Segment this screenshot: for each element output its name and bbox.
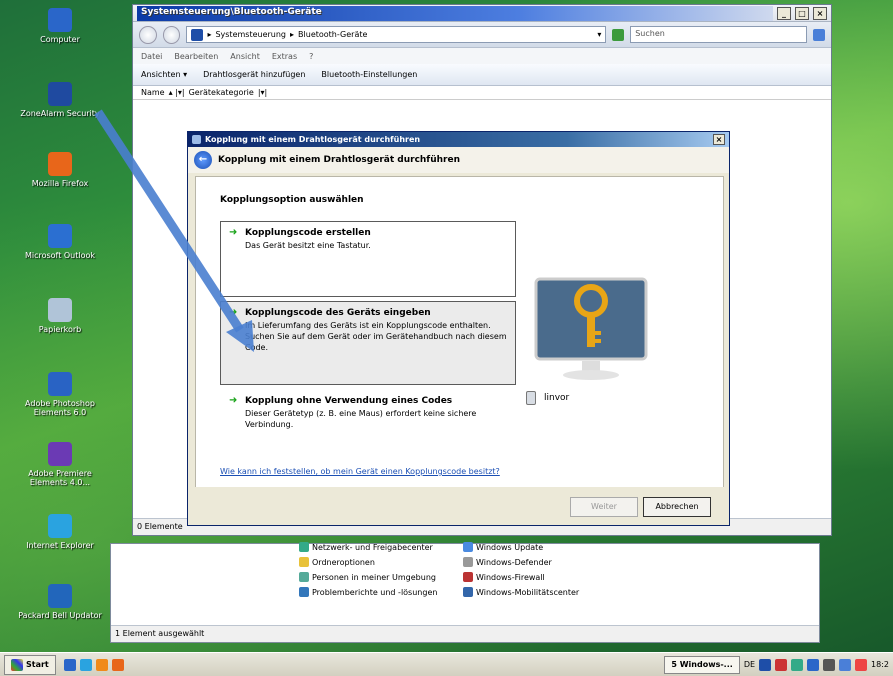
language-indicator[interactable]: DE	[744, 660, 755, 669]
volume-icon[interactable]	[855, 658, 868, 671]
media-icon[interactable]	[95, 658, 108, 671]
task-button-windows[interactable]: 5 Windows-...	[664, 655, 740, 674]
ie-icon[interactable]	[79, 658, 92, 671]
network-tray-icon[interactable]	[791, 658, 804, 671]
windows-logo-icon	[11, 658, 23, 671]
monitor-tray-icon[interactable]	[807, 658, 820, 671]
tray-icon[interactable]	[823, 658, 836, 671]
desktop-icon[interactable]	[63, 658, 76, 671]
start-button[interactable]: Start	[4, 654, 56, 675]
clock: 18:2	[871, 660, 889, 669]
system-tray: 5 Windows-... DE 18:2	[664, 655, 893, 674]
taskbar: Start 5 Windows-... DE 18:2	[0, 652, 893, 676]
quick-launch	[63, 658, 124, 671]
firefox-icon[interactable]	[111, 658, 124, 671]
annotation-arrow	[94, 109, 254, 352]
security-tray-icon[interactable]	[775, 658, 788, 671]
bluetooth-tray-icon[interactable]	[759, 658, 772, 671]
tray-icon[interactable]	[839, 658, 852, 671]
